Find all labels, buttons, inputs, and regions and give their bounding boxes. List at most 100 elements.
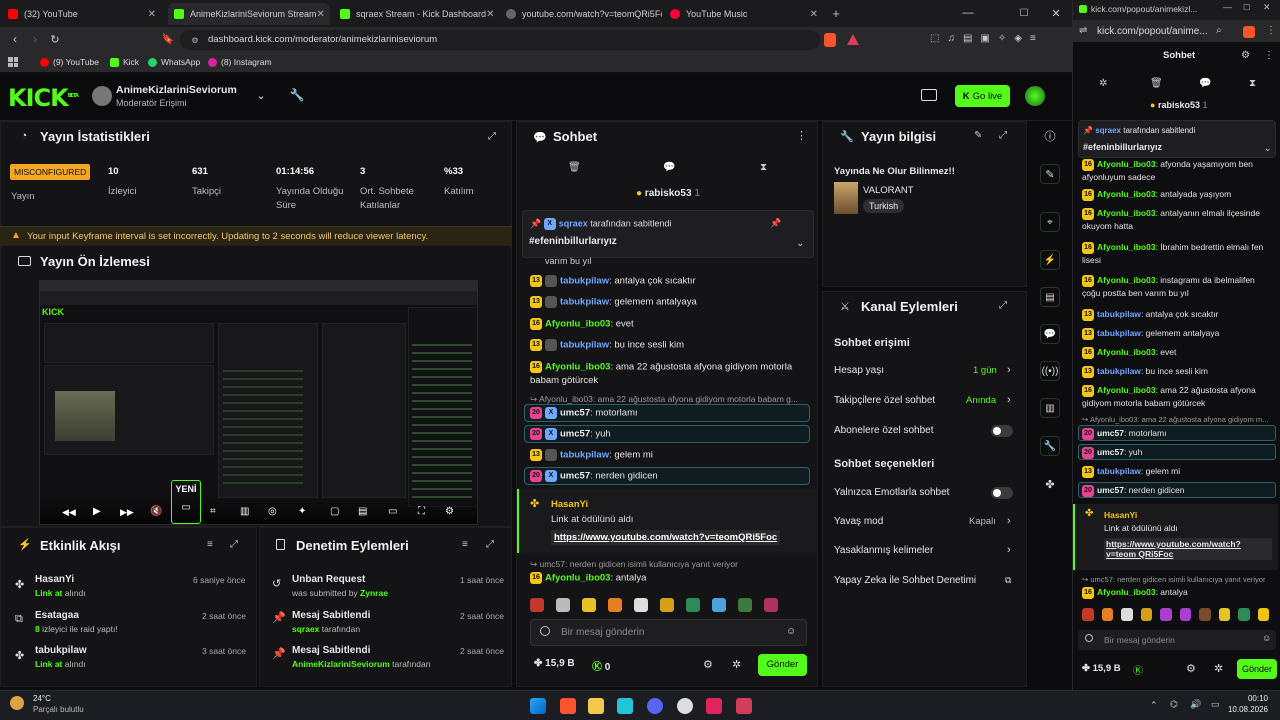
bookmark-instagram[interactable]: (8) Instagram xyxy=(208,57,272,67)
reward-link[interactable]: https://www.youtube.com/watch?v=teom QRi… xyxy=(1104,538,1272,560)
expand-icon[interactable]: ⤢ xyxy=(486,539,494,550)
new-tab-button[interactable]: + xyxy=(828,5,844,21)
search-icon[interactable]: ⌕ xyxy=(1216,25,1222,36)
chat-user[interactable]: Afyonlu_ibo03 xyxy=(1097,347,1156,357)
kick-logo[interactable]: KICKBETA xyxy=(8,84,79,112)
browser-tab[interactable]: (32) YouTube ✕ xyxy=(2,3,162,25)
hourglass-icon[interactable]: ⧗ xyxy=(760,162,767,173)
emote[interactable] xyxy=(686,598,700,612)
settings-icon[interactable]: ⚙ xyxy=(445,506,454,517)
trash-icon[interactable]: 🗑 xyxy=(1150,78,1163,89)
pinned-by-user[interactable]: sqraex xyxy=(559,218,588,228)
chat-user[interactable]: tabukpilaw xyxy=(1097,366,1141,376)
app-icon[interactable] xyxy=(617,698,633,714)
brave-shield-icon[interactable] xyxy=(1243,26,1255,38)
emote[interactable] xyxy=(1238,608,1250,621)
minimize-button[interactable]: — xyxy=(1223,2,1232,12)
expand-icon[interactable]: ⤢ xyxy=(230,539,238,550)
expand-icon[interactable]: ⤢ xyxy=(999,130,1007,141)
music-icon[interactable]: ♫ xyxy=(947,33,955,47)
browser-tab[interactable]: youtube.com/watch?v=teomQRi5Foc✕ xyxy=(500,3,662,25)
browser-tab[interactable]: AnimeKizlariniSeviorum Stream ✕ xyxy=(168,3,330,25)
emote[interactable] xyxy=(608,598,622,612)
kick-points[interactable]: Ⓚ 0 xyxy=(592,658,610,673)
close-window-button[interactable]: ✕ xyxy=(1263,2,1271,13)
chat-user[interactable]: umc57 xyxy=(1097,447,1124,457)
chat-user[interactable]: tabukpilaw xyxy=(560,297,609,308)
chat-user[interactable]: Afyonlu_ibo03 xyxy=(1097,189,1156,199)
reward-link[interactable]: https://www.youtube.com/watch?v=teomQRi5… xyxy=(551,530,781,545)
settings-icon[interactable]: ⚙ xyxy=(703,658,713,671)
edit-icon[interactable]: ✎ xyxy=(1040,164,1060,184)
chat-user[interactable]: Afyonlu_ibo03 xyxy=(545,573,610,584)
cast-icon[interactable] xyxy=(921,89,937,101)
wrench-icon[interactable]: 🔧 xyxy=(290,88,305,102)
info-icon[interactable]: ⓘ xyxy=(1040,126,1060,146)
bookmark-youtube[interactable]: (9) YouTube xyxy=(40,57,99,67)
modlog-user[interactable]: AnimeKizlariniSeviorum xyxy=(292,659,390,669)
minimize-button[interactable]: — xyxy=(960,5,976,21)
new-feature-highlight[interactable]: YENİ ▭ xyxy=(171,480,201,524)
weather-icon[interactable] xyxy=(10,696,24,710)
battery-icon[interactable]: ▭ xyxy=(1211,699,1220,710)
emote[interactable] xyxy=(738,598,752,612)
kick-coin-icon[interactable]: Ⓚ xyxy=(1133,662,1143,677)
trash-icon[interactable]: 🗑 xyxy=(568,162,581,173)
go-live-button[interactable]: K Go live xyxy=(955,85,1010,107)
close-tab-icon[interactable]: ✕ xyxy=(486,9,494,20)
broadcast-icon[interactable]: ((•)) xyxy=(1040,361,1060,381)
quality-icon[interactable]: ✦ xyxy=(298,506,306,517)
chat-user[interactable]: umc57 xyxy=(560,408,590,419)
speed-icon[interactable]: ◎ xyxy=(268,506,277,517)
more-options-icon[interactable]: ⋮ xyxy=(1266,25,1276,36)
document-icon[interactable]: ▤ xyxy=(1040,287,1060,307)
user-settings-icon[interactable]: ⚙ xyxy=(1241,50,1250,61)
channel-points[interactable]: ✤ 15,9 B xyxy=(1082,663,1121,674)
mute-icon[interactable]: 🔇 xyxy=(150,506,162,517)
window-icon[interactable]: ▭ xyxy=(388,506,397,517)
modlog-user[interactable]: sqraex xyxy=(292,624,319,634)
brave-rewards-icon[interactable] xyxy=(847,34,859,45)
emote[interactable] xyxy=(660,598,674,612)
crop-icon[interactable]: ⌗ xyxy=(210,506,216,517)
emote[interactable] xyxy=(1257,608,1269,621)
maximize-button[interactable]: ☐ xyxy=(1016,5,1032,21)
more-options-icon[interactable]: ⋮ xyxy=(796,129,807,142)
chat-user[interactable]: tabukpilaw xyxy=(560,450,609,461)
chevron-down-icon[interactable]: ⌄ xyxy=(254,88,268,102)
send-button[interactable]: Gönder xyxy=(758,654,807,676)
clock-date[interactable]: 10.08.2026 xyxy=(1226,705,1268,714)
menu-icon[interactable]: ≡ xyxy=(1030,33,1036,47)
clock-time[interactable]: 00:10 xyxy=(1236,694,1268,703)
browser-tab[interactable]: YouTube Music ✕ xyxy=(664,3,824,25)
emote[interactable] xyxy=(634,598,648,612)
category-name[interactable]: VALORANT xyxy=(863,185,914,196)
mod-tools-icon[interactable]: ✤ xyxy=(1040,474,1060,494)
layout-icon[interactable]: ▥ xyxy=(1040,398,1060,418)
back-icon[interactable]: ‹ xyxy=(8,32,22,46)
chat-user[interactable]: Afyonlu_ibo03 xyxy=(1097,385,1156,395)
file-explorer-icon[interactable] xyxy=(588,698,604,714)
chat-user[interactable]: Afyonlu_ibo03 xyxy=(1097,275,1156,285)
bookmark-whatsapp[interactable]: WhatsApp xyxy=(148,57,200,67)
fullscreen-icon[interactable]: ⛶ xyxy=(418,506,425,517)
mod-tools-icon[interactable]: ✲ xyxy=(732,658,741,671)
emote[interactable] xyxy=(712,598,726,612)
chat-bubble-icon[interactable]: 💬 xyxy=(1040,324,1060,344)
reward-user[interactable]: HasanYi xyxy=(551,499,588,510)
tray-chevron-icon[interactable]: ⌃ xyxy=(1150,700,1158,711)
channel-points[interactable]: ✤ 15,9 B xyxy=(534,658,575,669)
expand-icon[interactable]: ⤢ xyxy=(485,129,499,143)
emote[interactable] xyxy=(582,598,596,612)
more-options-icon[interactable]: ⋮ xyxy=(1264,50,1274,61)
start-icon[interactable] xyxy=(530,698,546,714)
send-button[interactable]: Gönder xyxy=(1237,659,1277,679)
chat-user[interactable]: umc57 xyxy=(560,429,590,440)
settings-icon[interactable]: ⚙ xyxy=(1186,662,1196,675)
chat-settings-icon[interactable]: 💬 xyxy=(1199,78,1211,89)
profile-avatar[interactable] xyxy=(1025,86,1045,106)
site-info-icon[interactable]: ⚙ xyxy=(190,35,200,45)
network-icon[interactable]: ⌬ xyxy=(1170,699,1178,710)
emote-only-toggle[interactable] xyxy=(991,487,1013,499)
emoji-icon[interactable]: ☺ xyxy=(1262,633,1271,643)
